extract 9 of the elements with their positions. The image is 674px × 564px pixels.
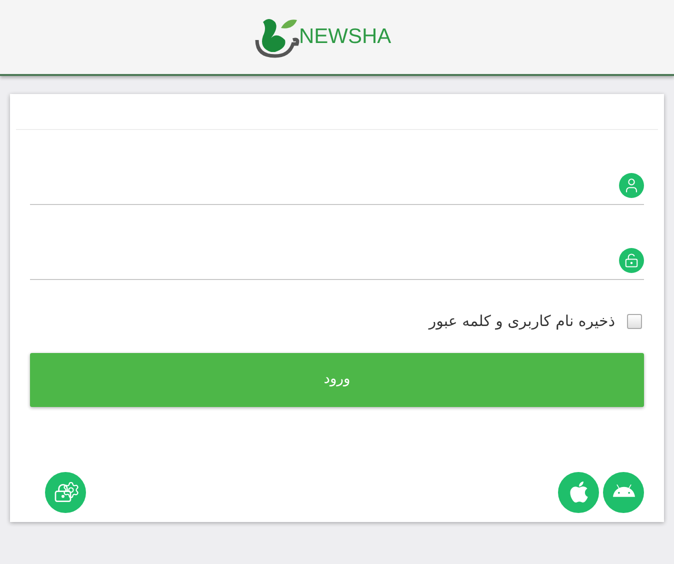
- user-icon: [619, 173, 644, 198]
- checkbox[interactable]: [627, 314, 642, 329]
- unlocked-padlock-icon: [619, 248, 644, 273]
- logo-text: NEWSHA: [299, 24, 392, 50]
- apple-icon[interactable]: [558, 472, 599, 512]
- android-icon[interactable]: [603, 472, 644, 512]
- padlock-gear-icon[interactable]: [45, 472, 86, 512]
- login-button[interactable]: ورود: [30, 352, 644, 406]
- remember-label: ذخیره نام کاربری و کلمه عبور: [428, 311, 615, 332]
